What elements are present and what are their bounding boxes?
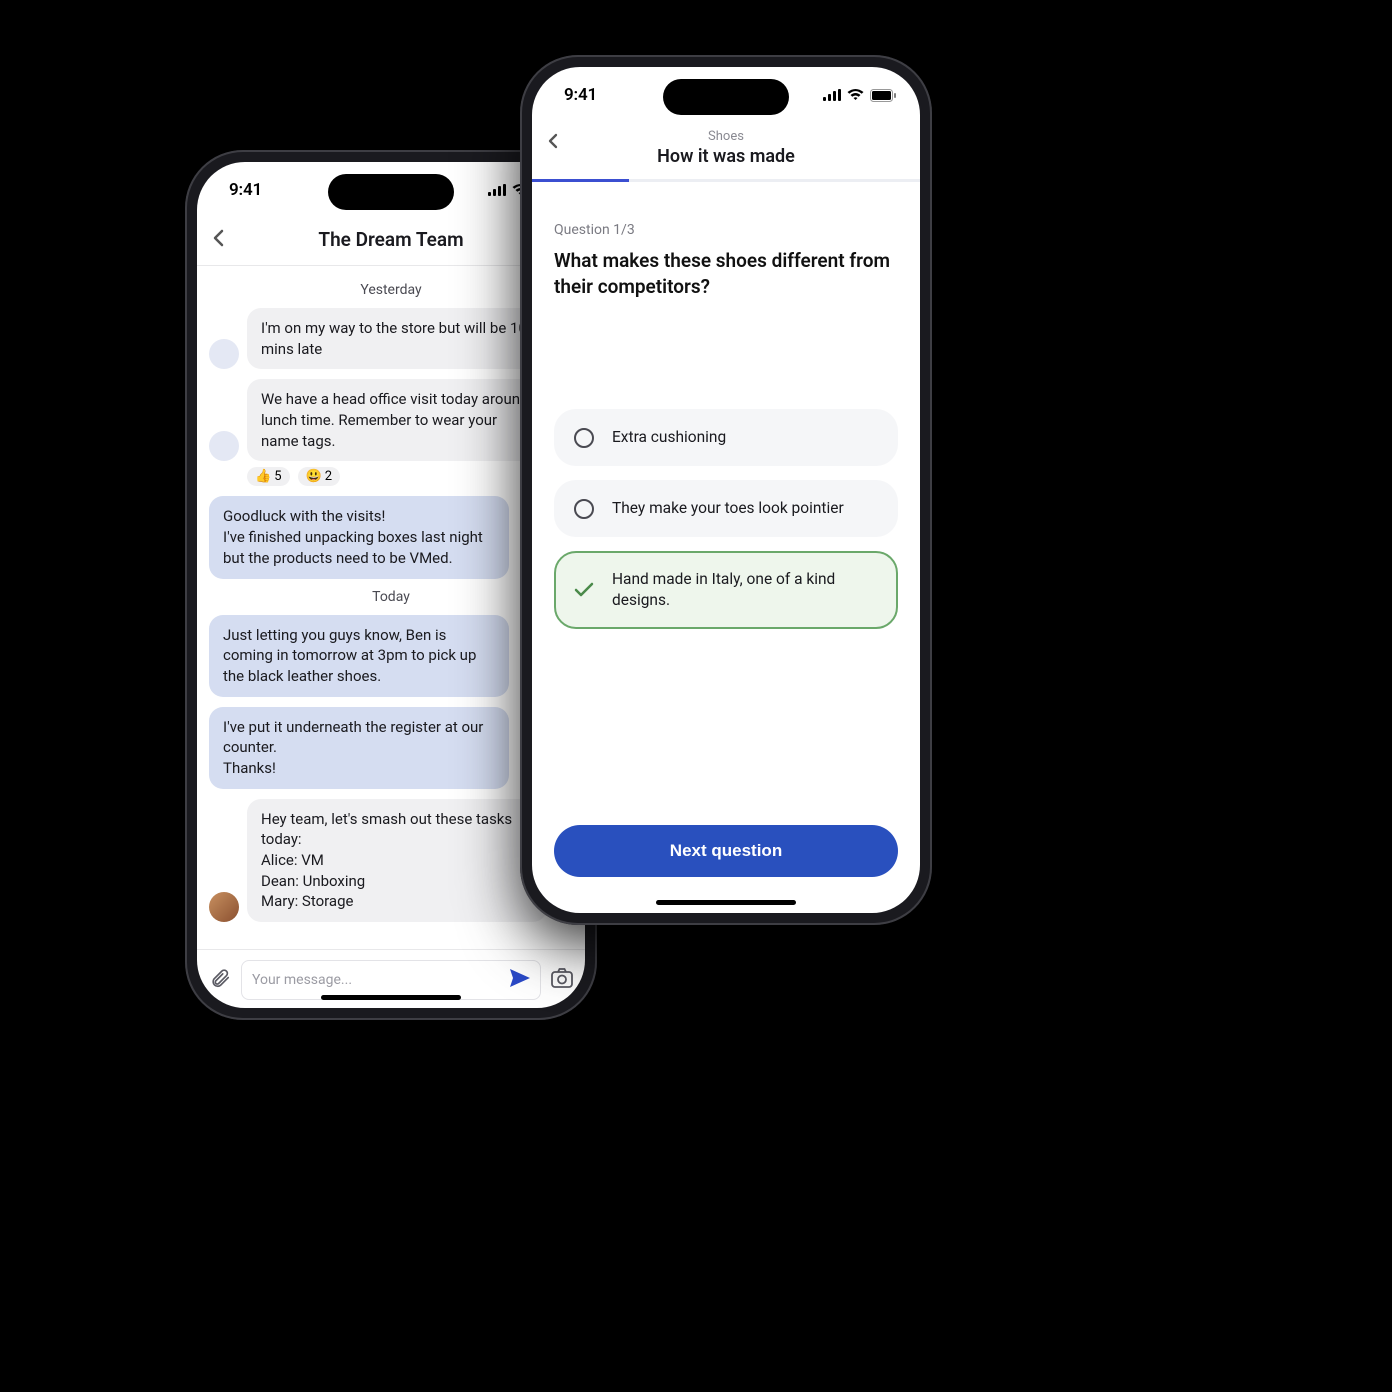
quiz-body: Question 1/3 What makes these shoes diff… — [532, 182, 920, 825]
status-icons — [823, 89, 896, 102]
quiz-category: Shoes — [548, 129, 904, 144]
message-placeholder: Your message... — [252, 972, 510, 988]
quiz-header: Shoes How it was made — [532, 123, 920, 179]
wifi-icon — [847, 89, 864, 101]
quiz-screen: 9:41 Shoes How it was made Question 1/3 … — [532, 67, 920, 913]
status-time: 9:41 — [564, 85, 597, 105]
reaction-count: 5 — [274, 469, 281, 484]
battery-icon — [870, 89, 896, 102]
chat-title: The Dream Team — [213, 228, 569, 251]
option-a[interactable]: Extra cushioning — [554, 409, 898, 466]
radio-icon — [574, 428, 594, 448]
message-row: I've put it underneath the register at o… — [209, 707, 573, 789]
radio-icon — [574, 499, 594, 519]
cellular-icon — [823, 89, 841, 101]
date-yesterday: Yesterday — [209, 282, 573, 298]
avatar[interactable] — [209, 431, 239, 461]
date-today: Today — [209, 589, 573, 605]
message-input[interactable]: Your message... — [241, 960, 541, 1000]
option-label: Extra cushioning — [612, 427, 878, 448]
home-indicator[interactable] — [321, 995, 461, 1000]
message-row: Just letting you guys know, Ben is comin… — [209, 615, 573, 697]
progress-fill — [532, 179, 629, 182]
reaction-emoji: 👍 — [255, 469, 271, 484]
back-icon[interactable] — [213, 228, 224, 252]
reaction-emoji: 😃 — [306, 469, 322, 484]
check-icon — [574, 580, 594, 600]
message-row: I'm on my way to the store but will be 1… — [209, 308, 573, 369]
option-c[interactable]: Hand made in Italy, one of a kind design… — [554, 551, 898, 629]
notch — [328, 174, 454, 210]
message-row: Goodluck with the visits! I've finished … — [209, 496, 573, 578]
message-row: Hey team, let's smash out these tasks to… — [209, 799, 573, 922]
home-indicator[interactable] — [656, 900, 796, 905]
attachment-icon[interactable] — [209, 967, 231, 993]
back-icon[interactable] — [548, 133, 558, 154]
message-bubble[interactable]: Goodluck with the visits! I've finished … — [209, 496, 509, 578]
message-row: We have a head office visit today around… — [209, 379, 573, 461]
message-bubble[interactable]: We have a head office visit today around… — [247, 379, 547, 461]
option-label: They make your toes look pointier — [612, 498, 878, 519]
camera-icon[interactable] — [551, 968, 573, 992]
reaction-chip[interactable]: 😃 2 — [298, 467, 341, 486]
notch — [663, 79, 789, 115]
quiz-title: How it was made — [548, 146, 904, 167]
phone-quiz: 9:41 Shoes How it was made Question 1/3 … — [520, 55, 932, 925]
avatar[interactable] — [209, 892, 239, 922]
status-time: 9:41 — [229, 180, 262, 200]
option-label: Hand made in Italy, one of a kind design… — [612, 569, 878, 611]
reaction-chip[interactable]: 👍 5 — [247, 467, 290, 486]
question-text: What makes these shoes different from th… — [554, 248, 898, 299]
option-b[interactable]: They make your toes look pointier — [554, 480, 898, 537]
progress-track — [532, 179, 920, 182]
message-bubble[interactable]: I'm on my way to the store but will be 1… — [247, 308, 547, 369]
message-bubble[interactable]: Just letting you guys know, Ben is comin… — [209, 615, 509, 697]
cellular-icon — [488, 184, 506, 196]
send-icon[interactable] — [510, 969, 530, 991]
message-bubble[interactable]: I've put it underneath the register at o… — [209, 707, 509, 789]
next-question-button[interactable]: Next question — [554, 825, 898, 877]
avatar[interactable] — [209, 339, 239, 369]
message-bubble[interactable]: Hey team, let's smash out these tasks to… — [247, 799, 547, 922]
reaction-count: 2 — [325, 469, 332, 484]
question-counter: Question 1/3 — [554, 222, 898, 238]
